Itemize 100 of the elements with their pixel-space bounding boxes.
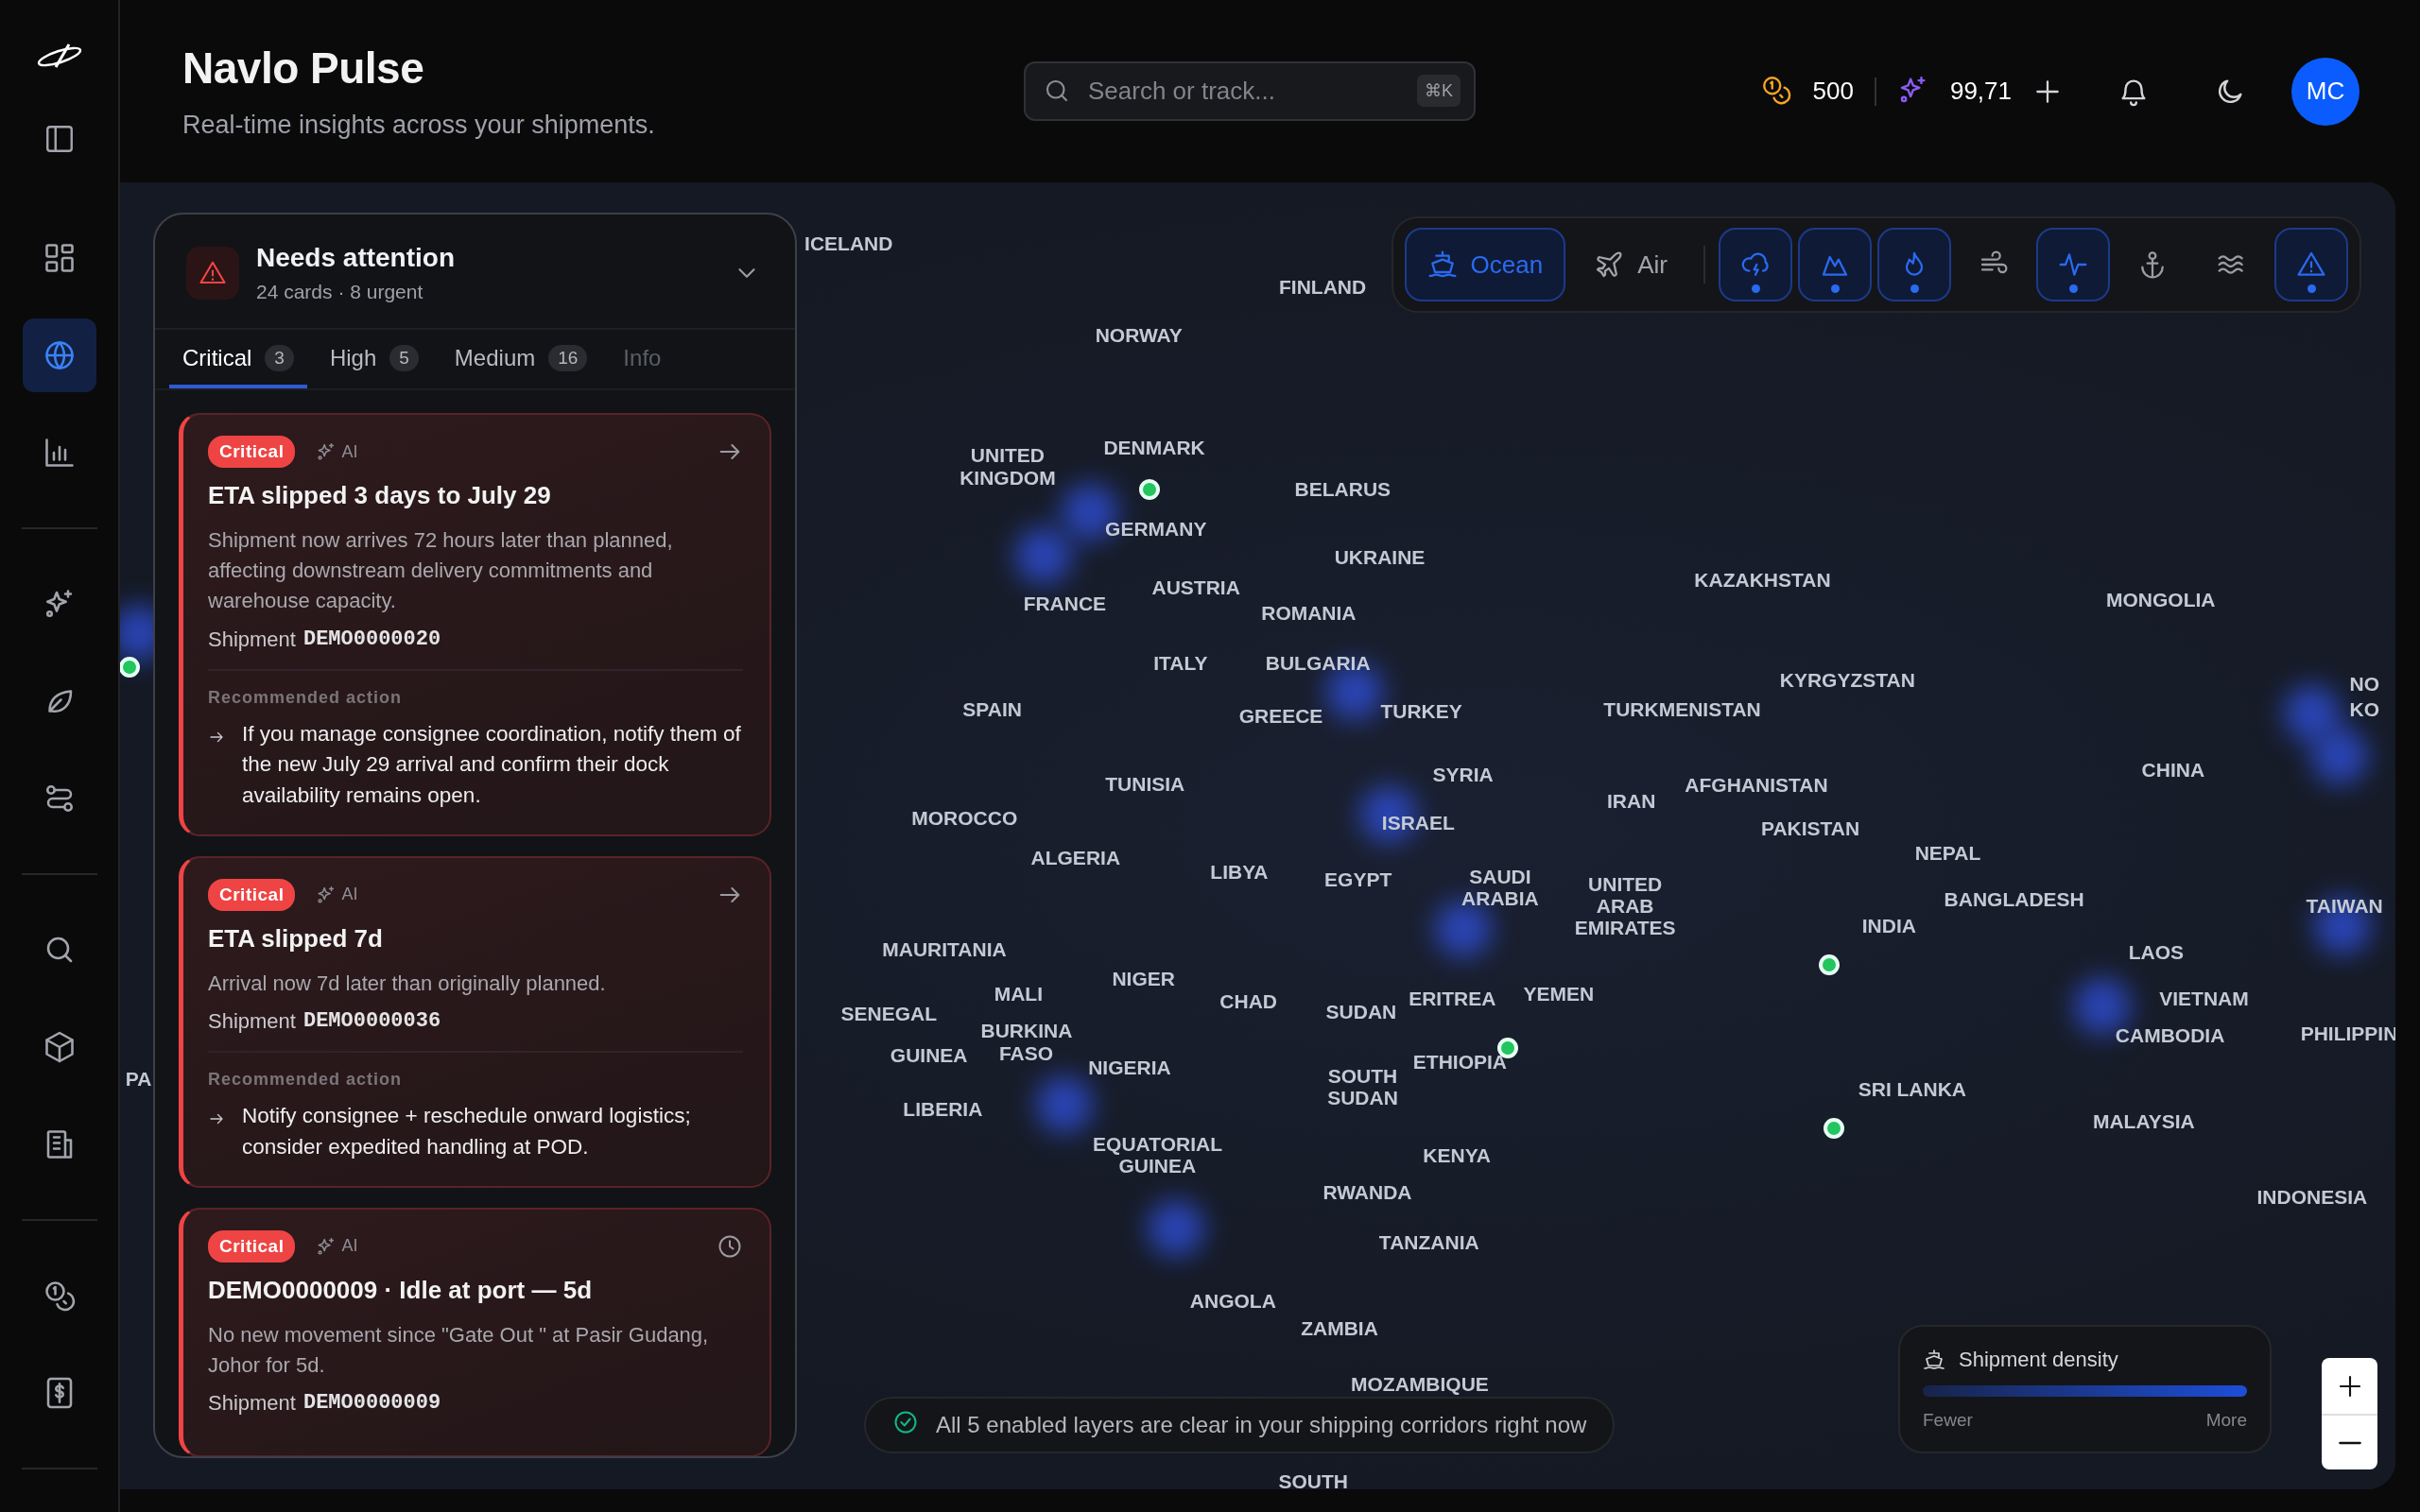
country-label: BULGARIA [1265, 652, 1371, 675]
alert-card[interactable]: Critical AI ETA slipped 7d Arrival now 7d later than originally planned. Shipment DEMO0000036 Recommended action Notify consignee + reschedule onward logistics; consider expedited handling at POD. [179, 855, 771, 1188]
country-label: SOUTH [1278, 1470, 1349, 1489]
country-label: DENMARK [1103, 437, 1205, 459]
layer-toggle[interactable] [2036, 228, 2110, 301]
country-label: PA [125, 1068, 152, 1091]
recommendation-text: If you manage consignee coordination, notify them of the new July 29 arrival and confirm their dock availability remains open. [242, 720, 742, 809]
layer-toggle[interactable] [1877, 228, 1951, 301]
country-label: CHINA [2141, 759, 2205, 782]
shipment-label: Shipment [208, 1009, 296, 1035]
country-label: ZAMBIA [1301, 1317, 1378, 1340]
legend-low-label: Fewer [1923, 1410, 1973, 1431]
active-indicator-dot [2307, 284, 2316, 293]
country-label: TANZANIA [1378, 1231, 1479, 1254]
tab-count: 16 [548, 345, 588, 371]
country-label: MALI [994, 983, 1044, 1005]
country-label: PHILIPPIN [2300, 1022, 2395, 1045]
credits-count: 500 [1812, 77, 1854, 106]
ai-tag: AI [316, 884, 358, 905]
country-label: ANGOLA [1189, 1290, 1276, 1313]
active-indicator-dot [1910, 284, 1919, 293]
severity-badge: Critical [208, 436, 296, 468]
country-label: ITALY [1153, 652, 1208, 675]
country-label: TAIWAN [2306, 895, 2383, 918]
country-label: LIBERIA [903, 1098, 983, 1121]
card-title: ETA slipped 7d [208, 923, 384, 954]
user-avatar[interactable]: MC [2291, 57, 2360, 126]
shipment-label: Shipment [208, 627, 296, 652]
country-label: SENEGAL [840, 1003, 937, 1025]
severity-tab[interactable]: Critical 3 [169, 330, 307, 388]
alert-card[interactable] [179, 413, 771, 836]
country-label: NIGER [1112, 968, 1175, 990]
country-label: NO [2349, 673, 2380, 696]
country-label: CAMBODIA [2115, 1024, 2225, 1047]
country-label: ALGERIA [1030, 847, 1121, 869]
country-label: KENYA [1423, 1144, 1491, 1167]
country-label: SPAIN [962, 698, 1022, 721]
shipment-id: DEMO0000009 [302, 1391, 441, 1417]
country-label: ERITREA [1409, 988, 1496, 1010]
country-label: NEPAL [1914, 842, 1981, 865]
country-label: BELARUS [1294, 478, 1392, 501]
transport-mode-tab[interactable]: Ocean [1404, 228, 1566, 301]
country-label: KO [2349, 698, 2380, 721]
severity-tab[interactable]: Medium 16 [441, 330, 601, 388]
country-label: SUDAN [1325, 1001, 1397, 1023]
country-label: YEMEN [1523, 983, 1595, 1005]
alert-card[interactable]: Critical AI DEMO0000009 · Idle at port — 5d No new movement since "Gate Out " at Pasir Gudang, Johor for 5d. Shipment DEMO0000009 [179, 1207, 771, 1456]
country-label: MOROCCO [911, 807, 1018, 830]
card-description: Shipment now arrives 72 hours later than planned, affecting downstream delivery commitments and warehouse capacity. [208, 527, 674, 614]
page-title: Navlo Pulse [182, 43, 425, 94]
country-label: AFGHANISTAN [1685, 774, 1828, 797]
severity-badge: Critical [208, 1229, 296, 1263]
card-description: Arrival now 7d later than originally planned. [208, 970, 607, 997]
layer-toggle[interactable] [2274, 228, 2348, 301]
country-label: AUSTRIA [1151, 576, 1240, 599]
map[interactable] [120, 182, 2395, 1489]
ai-tag: AI [316, 441, 358, 462]
country-label: NIGERIA [1088, 1057, 1171, 1079]
country-label: ROMANIA [1261, 602, 1357, 625]
country-label: ISRAEL [1381, 812, 1455, 834]
recommendation-text: Notify consignee + reschedule onward logistics; consider expedited handling at POD. [242, 1103, 692, 1161]
country-label: MONGOLIA [2106, 589, 2216, 612]
country-label: MOZAMBIQUE [1351, 1373, 1489, 1396]
country-label: UNITED ARAB EMIRATES [1574, 873, 1676, 939]
status-text: All 5 enabled layers are clear in your shipping corridors right now [936, 1412, 1587, 1438]
country-label: FRANCE [1023, 593, 1107, 615]
ship-icon [1426, 249, 1458, 280]
country-label: GUINEA [890, 1044, 968, 1067]
tab-count: 3 [265, 345, 294, 371]
severity-badge: Critical [208, 878, 296, 911]
country-label: TURKMENISTAN [1603, 698, 1761, 721]
transport-mode-tab[interactable]: Air [1571, 228, 1690, 301]
country-label: ICELAND [804, 232, 893, 255]
sidebar-item[interactable] [22, 318, 96, 392]
recommendation-label: Recommended action [208, 1051, 743, 1091]
shipment-id: DEMO0000036 [302, 1009, 441, 1035]
layer-toggle[interactable] [1719, 228, 1792, 301]
country-label: INDIA [1861, 915, 1916, 937]
country-label: MAURITANIA [882, 937, 1007, 961]
points-count: 99,71 [1949, 77, 2012, 106]
country-label: SAUDI ARABIA [1461, 866, 1539, 910]
layer-toggle[interactable] [1798, 228, 1872, 301]
recommendation-label: Recommended action [208, 668, 743, 708]
shipment-id: DEMO0000020 [302, 627, 441, 652]
severity-tab[interactable]: High 5 [316, 330, 432, 388]
ship-icon [1923, 1349, 1945, 1371]
country-label: BURKINA FASO [980, 1020, 1072, 1064]
country-label: IRAN [1607, 790, 1656, 813]
country-label: BANGLADESH [1944, 888, 2084, 911]
country-label: LAOS [2128, 941, 2185, 964]
country-label: GREECE [1238, 705, 1323, 728]
country-label: EGYPT [1324, 868, 1392, 891]
country-label: MALAYSIA [2092, 1110, 2195, 1133]
country-label: PAKISTAN [1761, 817, 1860, 840]
card-description: No new movement since "Gate Out " at Pasir Gudang, Johor for 5d. [208, 1321, 710, 1379]
country-label: FINLAND [1279, 276, 1367, 299]
country-label: GERMANY [1105, 518, 1207, 541]
legend-high-label: More [2205, 1410, 2247, 1431]
country-label: TURKEY [1380, 700, 1462, 723]
country-label: KYRGYZSTAN [1779, 669, 1915, 692]
